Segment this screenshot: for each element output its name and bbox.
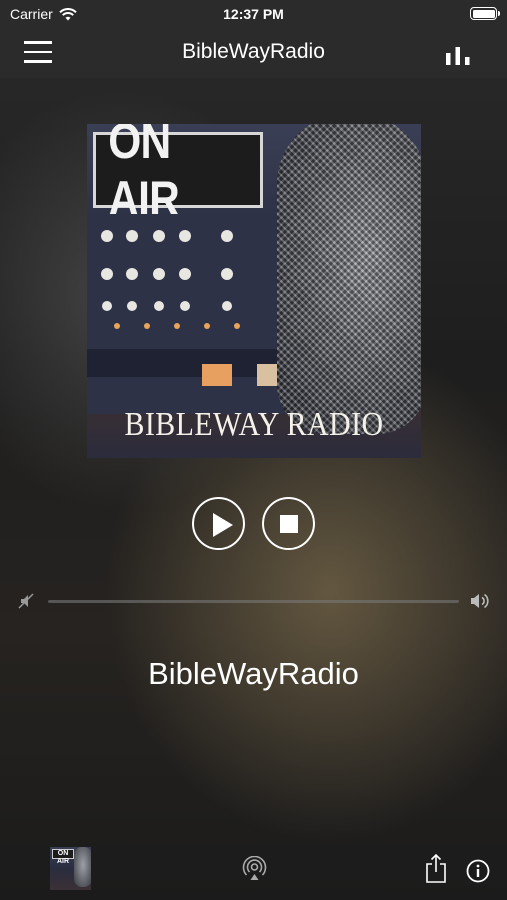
station-artwork: ON AIR BIBLEWAY RADIO <box>87 124 421 458</box>
microphone-graphic <box>277 124 421 434</box>
on-air-text: ON AIR <box>108 124 179 227</box>
battery-level <box>472 9 495 18</box>
mixing-console-graphic <box>87 214 287 414</box>
speaker-loud-icon <box>471 593 489 609</box>
share-icon[interactable] <box>425 853 447 883</box>
volume-slider[interactable] <box>48 600 459 603</box>
battery-full-icon <box>470 7 500 20</box>
stop-button[interactable] <box>262 497 315 550</box>
artwork-brand-text: BIBLEWAY RADIO <box>124 406 384 443</box>
navigation-bar: BibleWayRadio <box>0 28 507 78</box>
on-air-sign: ON AIR <box>93 124 263 227</box>
volume-control <box>0 590 507 612</box>
info-icon[interactable] <box>466 859 490 883</box>
status-time: 12:37 PM <box>223 6 284 22</box>
station-thumbnail[interactable]: ON AIR <box>50 847 91 890</box>
station-name: BibleWayRadio <box>148 656 359 691</box>
thumbnail-mic-graphic <box>74 847 91 887</box>
speaker-mute-icon <box>18 593 34 609</box>
play-button[interactable] <box>192 497 245 550</box>
page-title: BibleWayRadio <box>182 40 325 63</box>
bar-chart-icon[interactable] <box>445 45 471 65</box>
status-bar: Carrier 12:37 PM <box>0 0 507 28</box>
airplay-icon[interactable] <box>242 856 267 881</box>
thumbnail-sign-text: ON AIR <box>52 849 74 865</box>
